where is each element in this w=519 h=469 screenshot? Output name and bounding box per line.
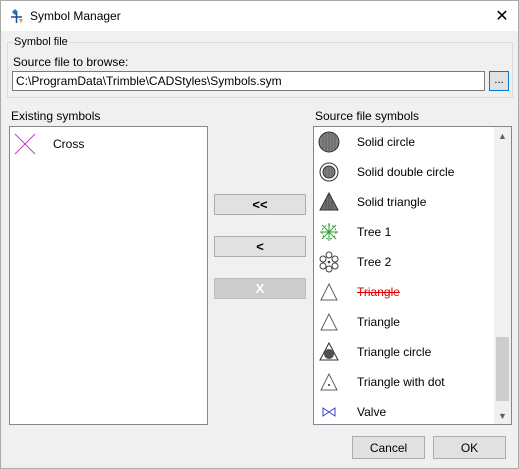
list-item-label: Solid double circle (357, 165, 455, 179)
list-item-label: Tree 1 (357, 225, 392, 239)
solid-circle-icon (318, 131, 340, 153)
list-item[interactable]: Solid double circle (314, 157, 511, 187)
list-item[interactable]: Triangle with dot (314, 367, 511, 397)
list-item[interactable]: Valve (314, 397, 511, 424)
list-item-label: Solid circle (357, 135, 416, 149)
remove-button[interactable]: X (214, 278, 306, 299)
symbol-manager-window: Symbol Manager ✕ Symbol file Source file… (0, 0, 519, 469)
existing-symbols-list[interactable]: Cross (9, 126, 208, 425)
list-item[interactable]: Tree 2 (314, 247, 511, 277)
list-item[interactable]: Solid circle (314, 127, 511, 157)
close-icon: ✕ (495, 8, 509, 25)
title-bar: Symbol Manager ✕ (1, 1, 518, 31)
list-item-label: Valve (357, 405, 387, 419)
symbol-file-group-label: Symbol file (13, 36, 69, 48)
tree-1-icon (320, 223, 338, 241)
list-item-label: Triangle (357, 315, 400, 329)
cross-icon (14, 133, 36, 155)
list-item-label: Cross (53, 137, 85, 151)
list-item[interactable]: Triangle (314, 307, 511, 337)
list-item-label: Tree 2 (357, 255, 392, 269)
source-file-label: Source file to browse: (13, 55, 129, 69)
list-item-label: Triangle (357, 285, 400, 299)
list-item-label: Solid triangle (357, 195, 427, 209)
scroll-down-arrow[interactable]: ▼ (494, 407, 511, 424)
browse-button[interactable]: ... (489, 71, 509, 91)
tree-2-icon (319, 251, 339, 273)
list-item[interactable]: Tree 1 (314, 217, 511, 247)
existing-symbols-label: Existing symbols (11, 109, 101, 123)
list-item[interactable]: Solid triangle (314, 187, 511, 217)
triangle-with-dot-icon (320, 372, 338, 391)
triangle-icon (320, 282, 338, 301)
solid-double-circle-icon (319, 162, 339, 182)
list-item[interactable]: Triangle circle (314, 337, 511, 367)
triangle-icon (320, 312, 338, 331)
valve-icon (322, 407, 336, 417)
cancel-button[interactable]: Cancel (352, 436, 425, 459)
scroll-thumb[interactable] (496, 337, 509, 401)
source-list-scrollbar[interactable]: ▲ ▼ (494, 127, 511, 424)
list-item-label: Triangle with dot (357, 375, 445, 389)
triangle-circle-icon (319, 341, 339, 361)
source-file-path-input[interactable] (12, 71, 485, 91)
window-title: Symbol Manager (30, 9, 121, 23)
source-symbols-label: Source file symbols (315, 109, 420, 123)
scroll-up-arrow[interactable]: ▲ (494, 127, 511, 144)
solid-triangle-icon (319, 191, 339, 211)
source-symbols-list[interactable]: Solid circle Solid double circle Solid t… (313, 126, 512, 425)
app-icon (11, 9, 23, 23)
list-item[interactable]: Triangle (314, 277, 511, 307)
add-button[interactable]: < (214, 236, 306, 257)
close-button[interactable]: ✕ (486, 1, 518, 31)
ok-button[interactable]: OK (433, 436, 506, 459)
list-item[interactable]: Cross (10, 129, 207, 159)
add-all-button[interactable]: << (214, 194, 306, 215)
list-item-label: Triangle circle (357, 345, 432, 359)
